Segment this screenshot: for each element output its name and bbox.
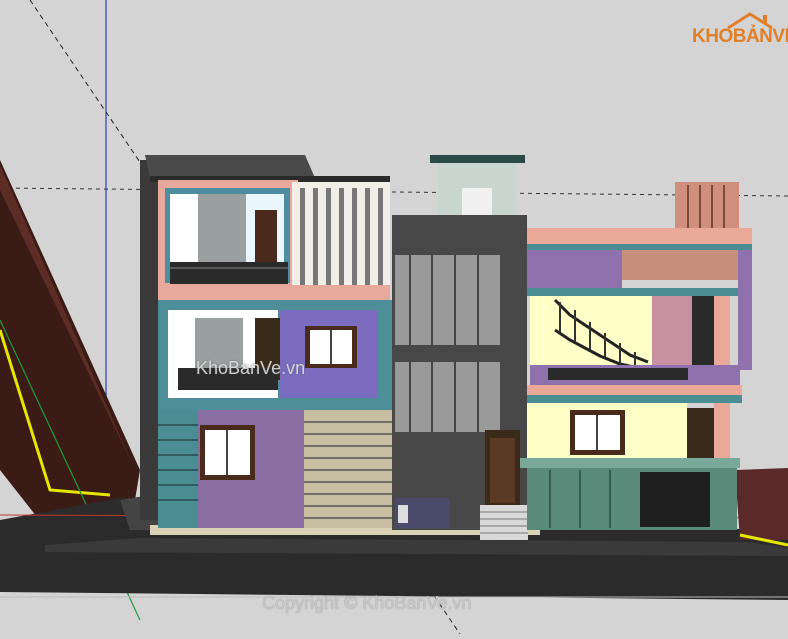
sketchup-viewport[interactable]: KHOBẢNVẼ KhoBanVe.vn Copyright © KhoBanV… [0, 0, 788, 635]
roof-slab [145, 155, 315, 178]
ground-floor-teal-strip [158, 410, 198, 528]
right-curved-end [738, 250, 752, 370]
terrace-wall [530, 296, 655, 376]
right-terrain [735, 468, 788, 540]
right-upper-purple-band [527, 250, 622, 290]
gate [640, 472, 710, 527]
right-balcony-railing [548, 368, 688, 380]
ground-floor-cladding [304, 410, 394, 528]
brand-logo: KHOBẢNVẼ [692, 10, 788, 52]
brand-text-kho: KHO [692, 26, 733, 47]
watermark-center: KhoBanVe.vn [196, 358, 306, 378]
left-side-wall [140, 160, 158, 520]
top-floor-window-white [170, 194, 198, 264]
scene-canvas[interactable] [0, 0, 788, 635]
top-floor-railing [170, 262, 288, 284]
top-floor-door [255, 210, 277, 262]
stair-door [462, 188, 492, 218]
entrance-steps [480, 505, 528, 540]
right-roof-slab [527, 228, 752, 246]
top-floor-stone [198, 194, 246, 264]
brand-text-ve: VẼ [772, 26, 788, 47]
watermark-copyright: Copyright © KhoBanVe.vn [262, 593, 472, 613]
right-upper-brown-band [622, 250, 740, 280]
stair-roof [430, 155, 525, 163]
brand-logo-text: KHOBẢNVẼ [692, 26, 788, 48]
brand-text-ban: BẢN [732, 26, 773, 47]
